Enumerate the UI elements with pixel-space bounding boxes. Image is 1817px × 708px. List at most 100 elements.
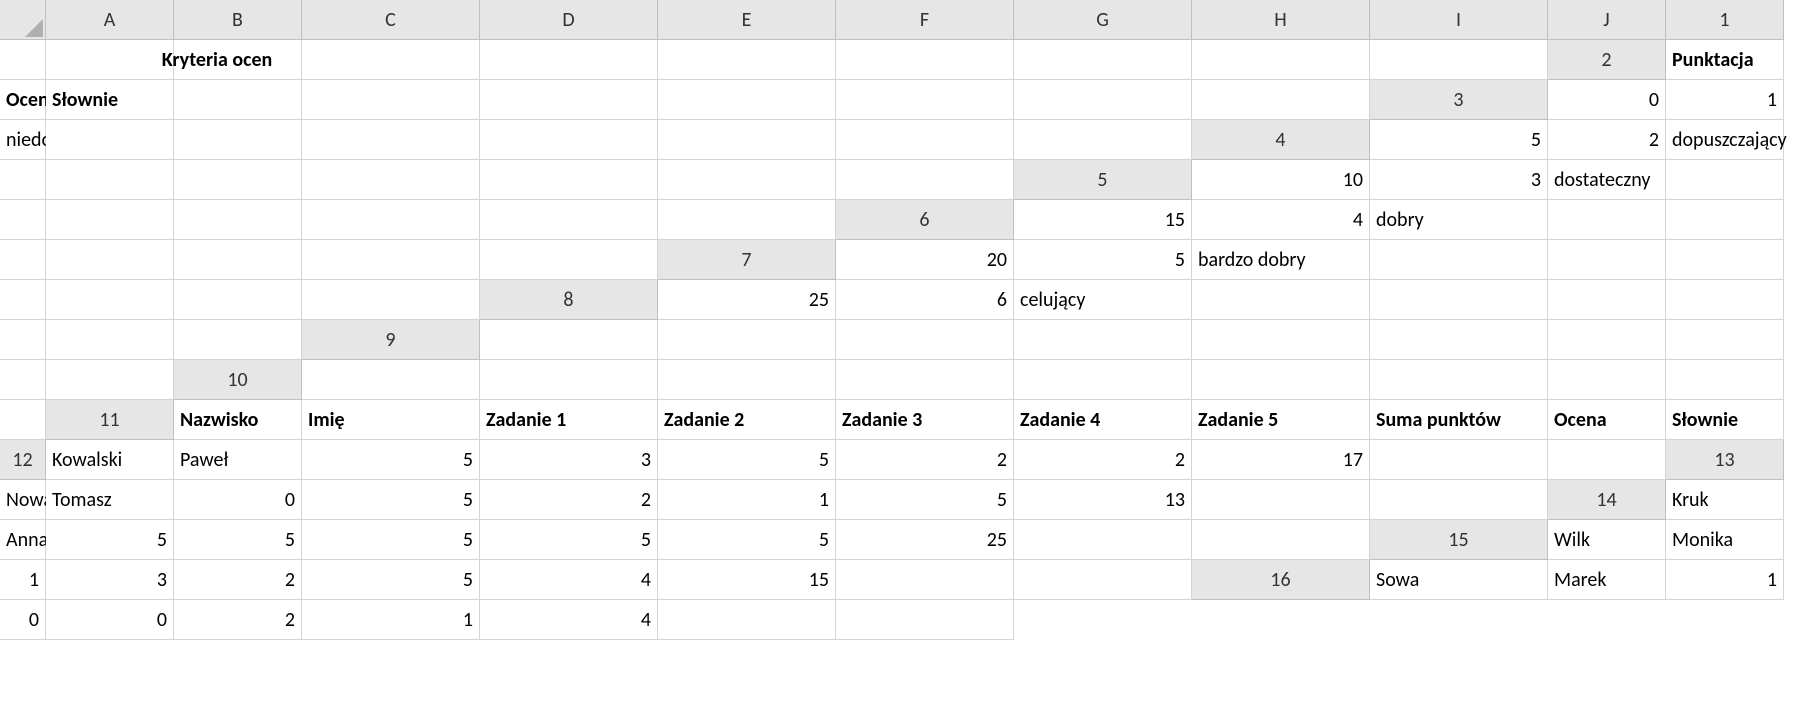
cell-A6[interactable]: 15 bbox=[1014, 200, 1192, 240]
cell-I14[interactable] bbox=[1014, 520, 1192, 560]
cell-D2[interactable] bbox=[174, 80, 302, 120]
cell-J13[interactable] bbox=[1370, 480, 1548, 520]
cell-D4[interactable] bbox=[0, 160, 46, 200]
cell-G14[interactable]: 5 bbox=[658, 520, 836, 560]
cell-F12[interactable]: 2 bbox=[836, 440, 1014, 480]
cell-I15[interactable] bbox=[836, 560, 1014, 600]
cell-H5[interactable] bbox=[302, 200, 480, 240]
cell-J15[interactable] bbox=[1014, 560, 1192, 600]
cell-I9[interactable] bbox=[0, 360, 46, 400]
row-header-11[interactable]: 11 bbox=[46, 400, 174, 440]
cell-J10[interactable] bbox=[0, 400, 46, 440]
cell-F5[interactable] bbox=[46, 200, 174, 240]
cell-E14[interactable]: 5 bbox=[302, 520, 480, 560]
cell-F7[interactable] bbox=[1666, 240, 1784, 280]
cell-H4[interactable] bbox=[480, 160, 658, 200]
cell-A4[interactable]: 5 bbox=[1370, 120, 1548, 160]
cell-H15[interactable]: 15 bbox=[658, 560, 836, 600]
cell-H14[interactable]: 25 bbox=[836, 520, 1014, 560]
cell-G3[interactable] bbox=[480, 120, 658, 160]
cell-F16[interactable]: 2 bbox=[174, 600, 302, 640]
cell-H6[interactable] bbox=[174, 240, 302, 280]
cell-B8[interactable]: 6 bbox=[836, 280, 1014, 320]
cell-H8[interactable] bbox=[0, 320, 46, 360]
cell-D7[interactable] bbox=[1370, 240, 1548, 280]
cell-H9[interactable] bbox=[1666, 320, 1784, 360]
cell-D6[interactable] bbox=[1548, 200, 1666, 240]
cell-A5[interactable]: 10 bbox=[1192, 160, 1370, 200]
column-header-E[interactable]: E bbox=[658, 0, 836, 40]
cell-J7[interactable] bbox=[302, 280, 480, 320]
cell-D5[interactable] bbox=[1666, 160, 1784, 200]
cell-F3[interactable] bbox=[302, 120, 480, 160]
cell-A10[interactable] bbox=[302, 360, 480, 400]
cell-G1[interactable] bbox=[836, 40, 1014, 80]
row-header-3[interactable]: 3 bbox=[1370, 80, 1548, 120]
cell-E4[interactable] bbox=[46, 160, 174, 200]
cell-I16[interactable] bbox=[658, 600, 836, 640]
cell-G11[interactable]: Zadanie 5 bbox=[1192, 400, 1370, 440]
cell-D3[interactable] bbox=[46, 120, 174, 160]
cell-A16[interactable]: Sowa bbox=[1370, 560, 1548, 600]
cell-C2[interactable]: Słownie bbox=[46, 80, 174, 120]
column-header-D[interactable]: D bbox=[480, 0, 658, 40]
cell-D8[interactable] bbox=[1192, 280, 1370, 320]
cell-A2[interactable]: Punktacja bbox=[1666, 40, 1784, 80]
cell-I13[interactable] bbox=[1192, 480, 1370, 520]
cell-D10[interactable] bbox=[836, 360, 1014, 400]
cell-G12[interactable]: 2 bbox=[1014, 440, 1192, 480]
cell-J6[interactable] bbox=[480, 240, 658, 280]
cell-D16[interactable]: 0 bbox=[0, 600, 46, 640]
cell-A9[interactable] bbox=[480, 320, 658, 360]
cell-I11[interactable]: Ocena bbox=[1548, 400, 1666, 440]
cell-D1[interactable] bbox=[302, 40, 480, 80]
cell-B15[interactable]: Monika bbox=[1666, 520, 1784, 560]
cell-E12[interactable]: 5 bbox=[658, 440, 836, 480]
row-header-12[interactable]: 12 bbox=[0, 440, 46, 480]
row-header-6[interactable]: 6 bbox=[836, 200, 1014, 240]
cell-E11[interactable]: Zadanie 3 bbox=[836, 400, 1014, 440]
cell-C11[interactable]: Zadanie 1 bbox=[480, 400, 658, 440]
cell-B13[interactable]: Tomasz bbox=[46, 480, 174, 520]
cell-C1[interactable] bbox=[174, 40, 302, 80]
column-header-I[interactable]: I bbox=[1370, 0, 1548, 40]
cell-B10[interactable] bbox=[480, 360, 658, 400]
cell-C10[interactable] bbox=[658, 360, 836, 400]
cell-I2[interactable] bbox=[1014, 80, 1192, 120]
cell-H13[interactable]: 13 bbox=[1014, 480, 1192, 520]
cell-D14[interactable]: 5 bbox=[174, 520, 302, 560]
row-header-13[interactable]: 13 bbox=[1666, 440, 1784, 480]
row-header-10[interactable]: 10 bbox=[174, 360, 302, 400]
cell-H2[interactable] bbox=[836, 80, 1014, 120]
cell-C12[interactable]: 5 bbox=[302, 440, 480, 480]
cell-E5[interactable] bbox=[0, 200, 46, 240]
cell-H3[interactable] bbox=[658, 120, 836, 160]
cell-B11[interactable]: Imię bbox=[302, 400, 480, 440]
cell-A8[interactable]: 25 bbox=[658, 280, 836, 320]
cell-B14[interactable]: Anna bbox=[0, 520, 46, 560]
cell-A13[interactable]: Nowak bbox=[0, 480, 46, 520]
cell-I8[interactable] bbox=[46, 320, 174, 360]
cell-B1[interactable] bbox=[46, 40, 174, 80]
cell-G7[interactable] bbox=[0, 280, 46, 320]
cell-I12[interactable] bbox=[1370, 440, 1548, 480]
cell-C6[interactable]: dobry bbox=[1370, 200, 1548, 240]
cell-J16[interactable] bbox=[836, 600, 1014, 640]
cell-B2[interactable]: Ocena bbox=[0, 80, 46, 120]
column-header-C[interactable]: C bbox=[302, 0, 480, 40]
row-header-7[interactable]: 7 bbox=[658, 240, 836, 280]
cell-F13[interactable]: 1 bbox=[658, 480, 836, 520]
cell-H16[interactable]: 4 bbox=[480, 600, 658, 640]
cell-F10[interactable] bbox=[1192, 360, 1370, 400]
cell-D13[interactable]: 5 bbox=[302, 480, 480, 520]
cell-J3[interactable] bbox=[1014, 120, 1192, 160]
cell-B6[interactable]: 4 bbox=[1192, 200, 1370, 240]
cell-E7[interactable] bbox=[1548, 240, 1666, 280]
row-header-4[interactable]: 4 bbox=[1192, 120, 1370, 160]
cell-F4[interactable] bbox=[174, 160, 302, 200]
cell-I1[interactable] bbox=[1192, 40, 1370, 80]
cell-G15[interactable]: 4 bbox=[480, 560, 658, 600]
cell-A7[interactable]: 20 bbox=[836, 240, 1014, 280]
cell-C8[interactable]: celujący bbox=[1014, 280, 1192, 320]
cell-G8[interactable] bbox=[1666, 280, 1784, 320]
